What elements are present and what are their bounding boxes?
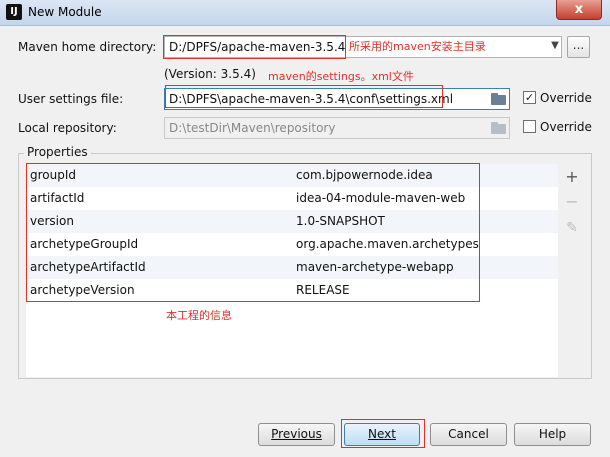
user-settings-value: D:\DPFS\apache-maven-3.5.4\conf\settings… [169, 92, 454, 106]
property-value: RELEASE [296, 283, 350, 297]
annotation-maven-home: 所采用的maven安装主目录 [349, 40, 486, 53]
local-repo-value: D:\testDir\Maven\repository [169, 121, 336, 135]
property-value: com.bjpowernode.idea [296, 168, 433, 182]
previous-button[interactable]: Previous [258, 423, 335, 446]
edit-property-icon: ✎ [566, 220, 578, 236]
remove-property-icon: − [565, 192, 579, 211]
chevron-down-icon[interactable]: ▼ [548, 38, 562, 54]
annotation-project: 本工程的信息 [166, 309, 232, 322]
maven-home-browse-button[interactable]: ... [567, 36, 590, 58]
property-key: archetypeGroupId [30, 237, 139, 251]
folder-icon [491, 122, 507, 134]
next-button[interactable]: Next [344, 423, 420, 446]
user-settings-field[interactable]: D:\DPFS\apache-maven-3.5.4\conf\settings… [164, 88, 510, 110]
local-repo-override-checkbox[interactable] [523, 120, 536, 133]
window-title: New Module [28, 5, 102, 19]
property-key: artifactId [30, 191, 85, 205]
table-row[interactable]: groupId com.bjpowernode.idea [26, 164, 558, 187]
help-label: Help [538, 427, 567, 441]
annotation-settings: maven的settings。xml文件 [268, 70, 414, 83]
cancel-label: Cancel [448, 427, 489, 441]
next-label: Next [368, 427, 396, 441]
previous-label: Previous [271, 427, 322, 441]
table-row[interactable]: archetypeArtifactId maven-archetype-weba… [26, 256, 558, 279]
maven-home-value: D:/DPFS/apache-maven-3.5.4 [169, 40, 346, 54]
help-button[interactable]: Help [514, 423, 591, 446]
user-settings-label: User settings file: [18, 92, 124, 106]
intellij-app-icon: IJ [6, 4, 22, 20]
folder-icon[interactable] [491, 93, 507, 105]
title-bar: IJ New Module x [0, 0, 610, 26]
cancel-button[interactable]: Cancel [430, 423, 507, 446]
property-key: version [30, 214, 74, 228]
properties-title: Properties [24, 145, 91, 159]
table-row[interactable]: version 1.0-SNAPSHOT [26, 210, 558, 233]
user-settings-override-checkbox[interactable]: ✓ [523, 91, 536, 104]
local-repo-override-label: Override [540, 120, 592, 134]
add-property-icon[interactable]: + [563, 168, 581, 186]
local-repo-field: D:\testDir\Maven\repository [164, 117, 510, 139]
check-icon: ✓ [524, 91, 535, 104]
property-value: maven-archetype-webapp [296, 260, 454, 274]
table-row[interactable]: archetypeVersion RELEASE [26, 279, 558, 302]
user-settings-override-label: Override [540, 91, 592, 105]
local-repo-label: Local repository: [18, 121, 117, 135]
table-row[interactable]: artifactId idea-04-module-maven-web [26, 187, 558, 210]
properties-table: groupId com.bjpowernode.idea artifactId … [26, 164, 558, 377]
table-row[interactable]: archetypeGroupId org.apache.maven.archet… [26, 233, 558, 256]
maven-version-text: (Version: 3.5.4) [164, 67, 256, 81]
maven-home-label: Maven home directory: [18, 40, 157, 54]
property-key: groupId [30, 168, 77, 182]
property-key: archetypeArtifactId [30, 260, 146, 274]
property-value: idea-04-module-maven-web [296, 191, 466, 205]
property-value: org.apache.maven.archetypes [296, 237, 479, 251]
close-button[interactable]: x [556, 0, 602, 20]
property-key: archetypeVersion [30, 283, 135, 297]
property-value: 1.0-SNAPSHOT [296, 214, 385, 228]
